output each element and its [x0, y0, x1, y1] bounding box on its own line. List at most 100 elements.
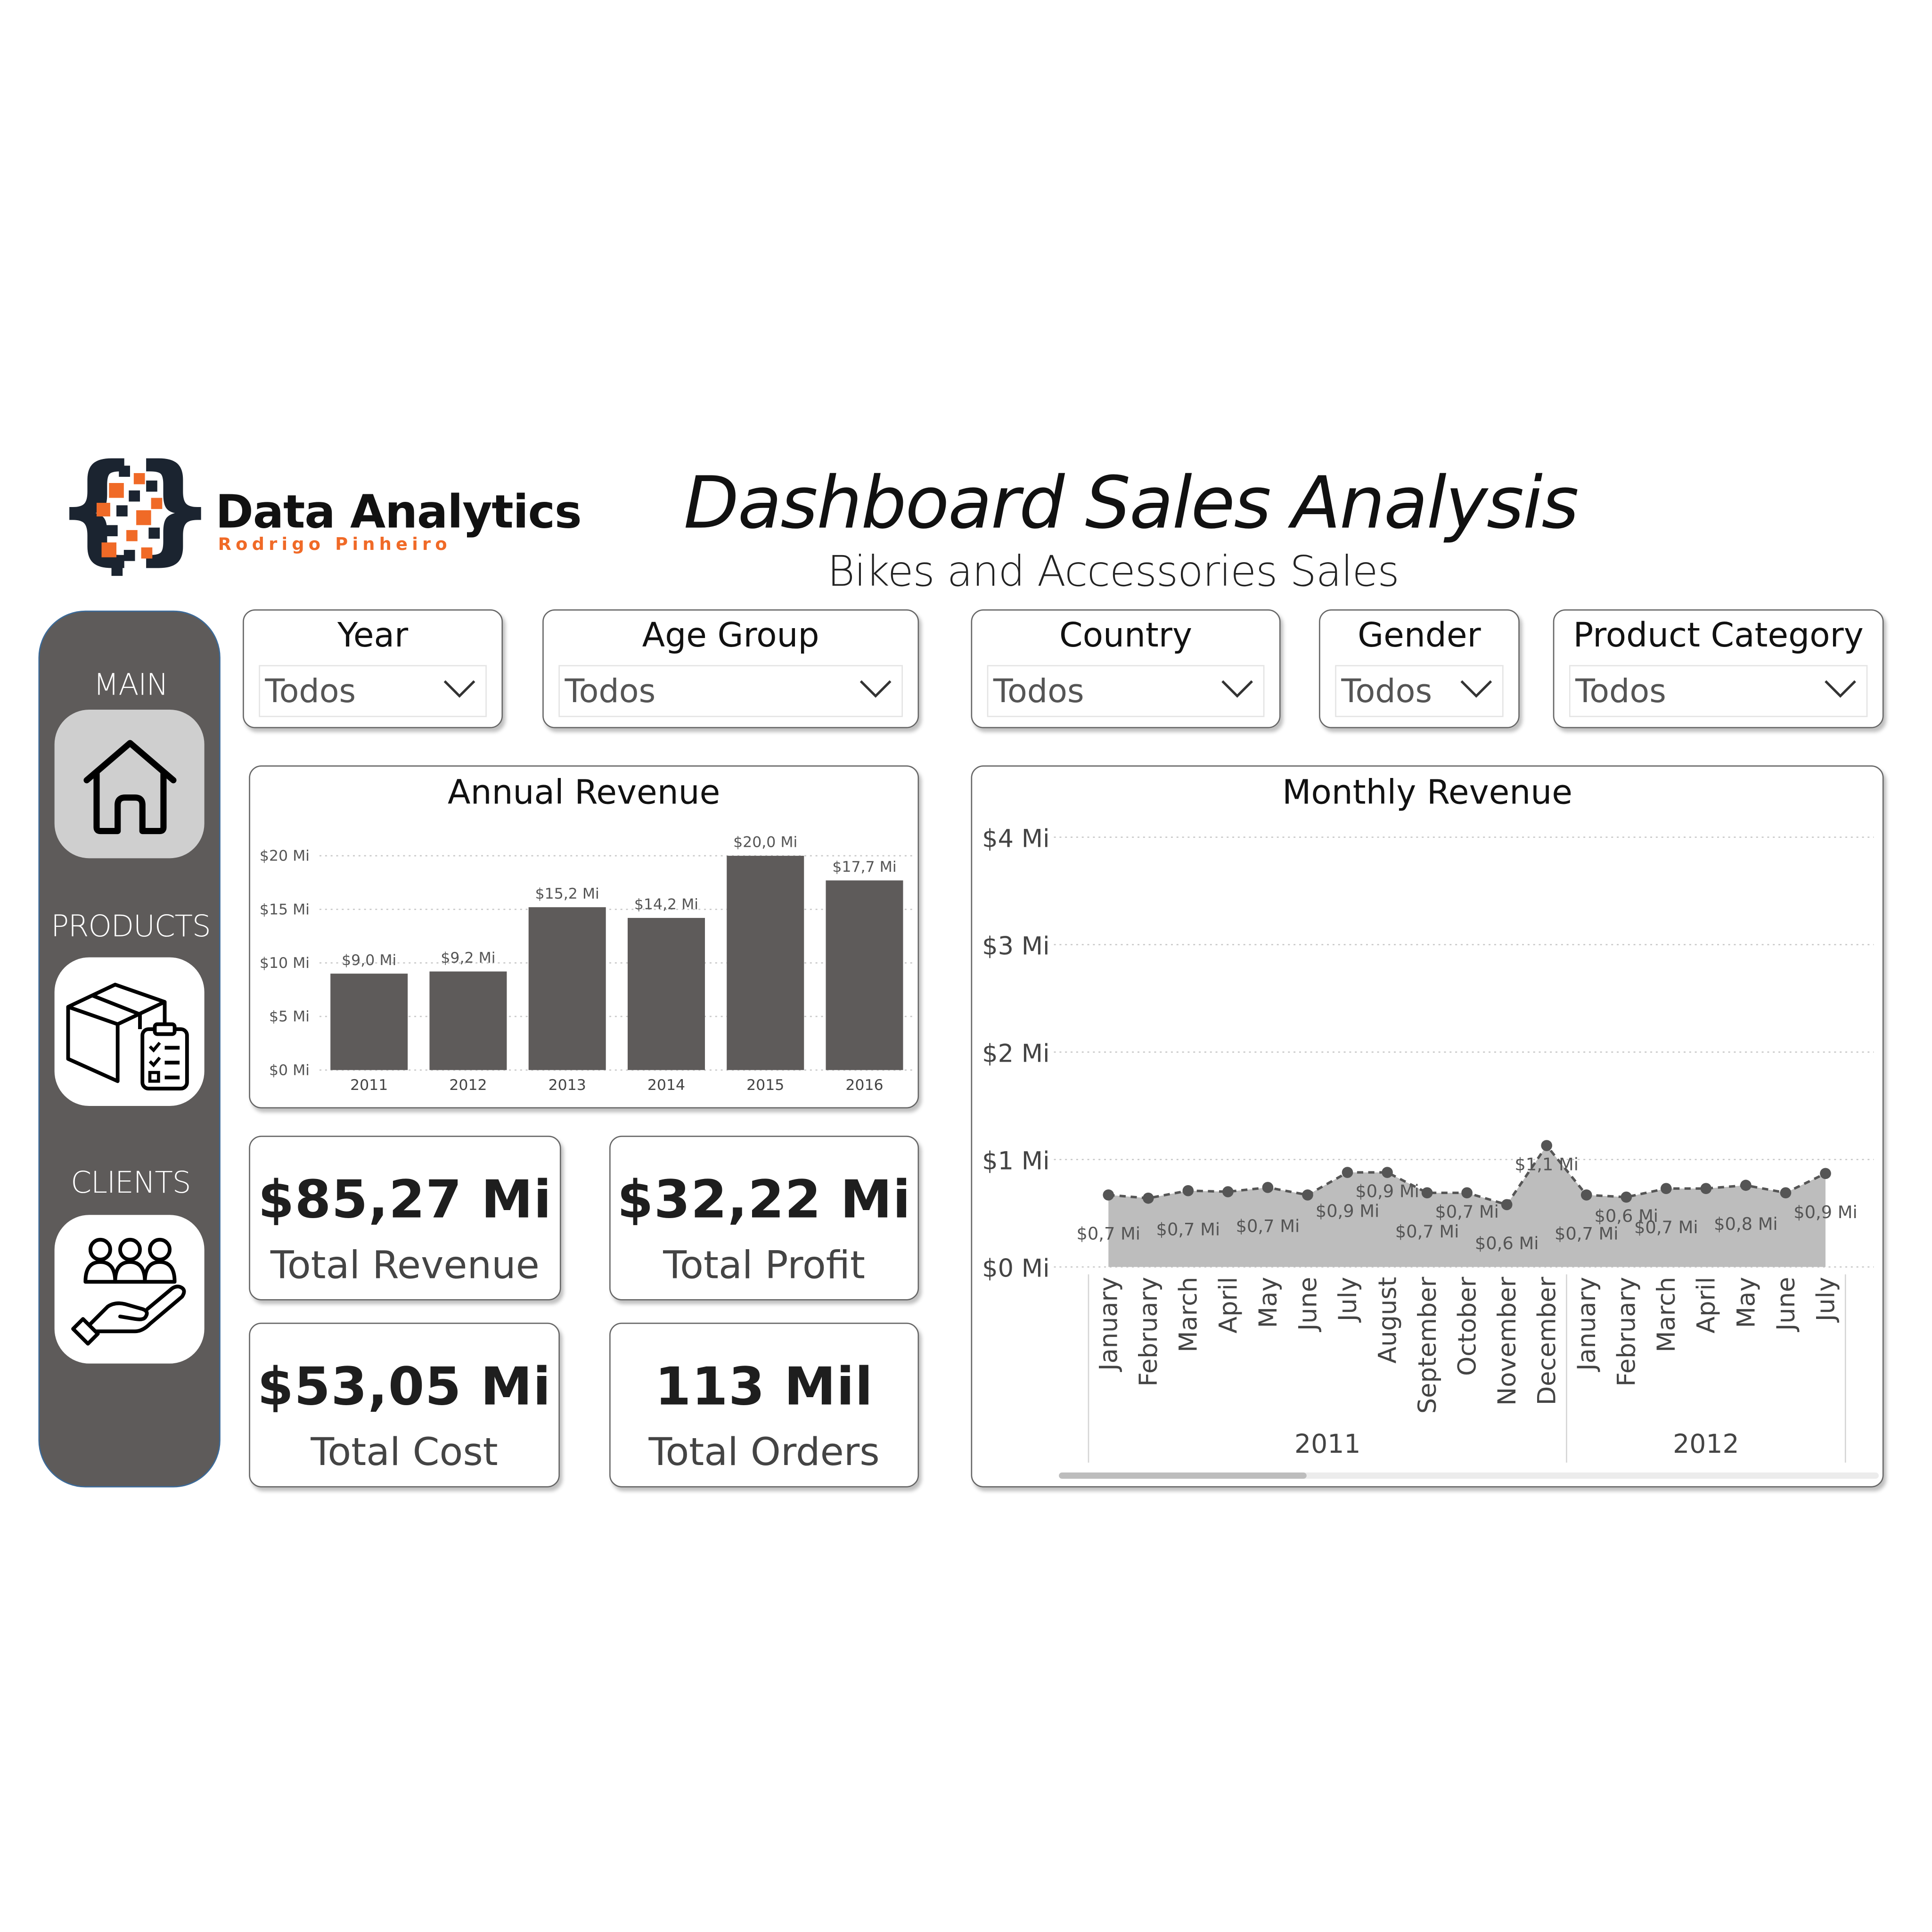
kpi-card-total-orders: 113 Mil Total Orders: [609, 1322, 919, 1488]
page-subtitle: Bikes and Accessories Sales: [827, 547, 1400, 597]
data-point[interactable]: [1461, 1187, 1473, 1199]
annual-revenue-plot: $0 Mi $5 Mi $10 Mi $15 Mi $20 Mi $9,0 Mi 2011 $…: [260, 834, 914, 1094]
data-point[interactable]: [1820, 1168, 1831, 1179]
y-tick-label: $2 Mi: [982, 1040, 1050, 1068]
y-tick-label: $4 Mi: [982, 825, 1050, 853]
bar[interactable]: [727, 856, 804, 1070]
y-tick-label: $1 Mi: [982, 1147, 1050, 1176]
data-point[interactable]: [1501, 1199, 1513, 1211]
data-point[interactable]: [1660, 1183, 1672, 1195]
slicer-title: Year: [337, 616, 409, 655]
data-point[interactable]: [1222, 1186, 1234, 1197]
nav-label-main: MAIN: [93, 667, 168, 703]
y-tick-label: $15 Mi: [260, 901, 310, 918]
kpi-label: Total Cost: [311, 1430, 498, 1475]
monthly-revenue-chart: Monthly Revenue $0 Mi $1 Mi $2 Mi $3 Mi $4 M…: [971, 765, 1884, 1488]
brand-author: Rodrigo Pinheiro: [218, 535, 451, 555]
x-tick-label: August: [1373, 1277, 1402, 1364]
x-tick-label: July: [1334, 1277, 1362, 1323]
bar[interactable]: [528, 907, 606, 1070]
data-point[interactable]: [1302, 1189, 1313, 1201]
kpi-value: $53,05 Mi: [257, 1356, 552, 1417]
data-point[interactable]: [1182, 1185, 1194, 1196]
monthly-revenue-plot: $0 Mi$1 Mi$2 Mi$3 Mi$4 Mi$0,7 Mi $0,7 Mi $…: [982, 825, 1879, 1479]
data-point[interactable]: [1780, 1187, 1792, 1199]
x-tick-label: April: [1692, 1277, 1721, 1334]
x-tick-label: 2011: [350, 1077, 388, 1094]
x-tick-label: October: [1453, 1277, 1482, 1376]
x-tick-label: February: [1134, 1277, 1163, 1387]
data-point[interactable]: [1262, 1182, 1274, 1193]
kpi-label: Total Orders: [648, 1430, 880, 1475]
data-point[interactable]: [1103, 1189, 1114, 1201]
age-group-dropdown[interactable]: Todos: [558, 665, 903, 717]
x-tick-label: November: [1493, 1277, 1522, 1406]
kpi-value: $32,22 Mi: [617, 1169, 911, 1230]
nav-button-main[interactable]: [54, 709, 205, 859]
x-tick-label: May: [1732, 1277, 1760, 1328]
kpi-card-total-cost: $53,05 Mi Total Cost: [249, 1322, 560, 1488]
x-tick-label: 2014: [647, 1077, 685, 1094]
bar[interactable]: [330, 974, 408, 1070]
slicer-title: Country: [1059, 616, 1192, 655]
x-tick-label: January: [1572, 1277, 1601, 1372]
bar[interactable]: [826, 880, 903, 1070]
year-dropdown[interactable]: Todos: [259, 665, 487, 717]
kpi-value: 113 Mil: [655, 1356, 874, 1417]
chevron-down-icon: [1221, 680, 1253, 698]
data-point[interactable]: [1421, 1187, 1433, 1199]
home-icon: [83, 740, 176, 835]
point-value-label: $0,9 Mi: [1316, 1201, 1380, 1221]
slicer-value: Todos: [565, 673, 656, 711]
kpi-label: Total Revenue: [270, 1243, 540, 1288]
data-point[interactable]: [1740, 1179, 1752, 1191]
bar-value-label: $20,0 Mi: [733, 834, 797, 851]
gender-dropdown[interactable]: Todos: [1335, 665, 1504, 717]
slicer-value: Todos: [265, 673, 356, 711]
page-title: Dashboard Sales Analysis: [683, 460, 1579, 545]
point-value-label: $0,7 Mi: [1395, 1221, 1459, 1242]
bar-value-label: $9,0 Mi: [342, 952, 396, 969]
point-value-label: $0,7 Mi: [1236, 1216, 1300, 1236]
country-dropdown[interactable]: Todos: [987, 665, 1265, 717]
bar[interactable]: [627, 917, 705, 1070]
y-tick-label: $10 Mi: [260, 955, 310, 972]
data-point[interactable]: [1541, 1140, 1553, 1151]
point-value-label: $0,9 Mi: [1355, 1181, 1419, 1202]
data-point[interactable]: [1342, 1167, 1353, 1178]
kpi-value: $85,27 Mi: [258, 1169, 552, 1230]
nav-button-products[interactable]: [54, 957, 205, 1106]
nav-label-products: PRODUCTS: [51, 909, 211, 944]
sidebar: MAIN PRODUCTS CLIENTS: [38, 610, 221, 1488]
point-value-label: $0,9 Mi: [1793, 1202, 1858, 1222]
data-point[interactable]: [1700, 1183, 1712, 1195]
kpi-label: Total Profit: [663, 1243, 865, 1288]
y-tick-label: $0 Mi: [982, 1254, 1050, 1283]
kpi-card-total-profit: $32,22 Mi Total Profit: [609, 1136, 919, 1301]
slicer-title: Age Group: [642, 616, 819, 655]
nav-label-clients: CLIENTS: [71, 1165, 191, 1200]
point-value-label: $0,7 Mi: [1076, 1224, 1140, 1244]
x-tick-label: July: [1811, 1277, 1840, 1323]
data-point[interactable]: [1621, 1191, 1632, 1203]
kpi-card-total-revenue: $85,27 Mi Total Revenue: [249, 1136, 561, 1301]
nav-button-clients[interactable]: [54, 1215, 205, 1364]
point-value-label: $0,7 Mi: [1634, 1217, 1698, 1237]
slicer-value: Todos: [993, 673, 1084, 711]
data-point[interactable]: [1382, 1167, 1393, 1178]
chevron-down-icon: [1825, 680, 1856, 698]
data-point[interactable]: [1580, 1189, 1592, 1201]
x-tick-label: June: [1772, 1277, 1801, 1332]
annual-revenue-chart: Annual Revenue $0 Mi $5 Mi $10 Mi $15 Mi $20…: [249, 765, 919, 1109]
x-tick-label: February: [1613, 1277, 1641, 1387]
y-tick-label: $20 Mi: [260, 848, 310, 865]
data-point[interactable]: [1142, 1192, 1154, 1204]
scrollbar-thumb[interactable]: [1059, 1472, 1307, 1479]
x-tick-label: March: [1174, 1277, 1203, 1352]
bar[interactable]: [429, 971, 507, 1070]
bar-value-label: $9,2 Mi: [441, 950, 495, 966]
x-tick-label: September: [1413, 1277, 1442, 1414]
x-tick-label: June: [1293, 1277, 1322, 1332]
product-category-dropdown[interactable]: Todos: [1569, 665, 1868, 717]
chevron-down-icon: [1460, 680, 1492, 698]
